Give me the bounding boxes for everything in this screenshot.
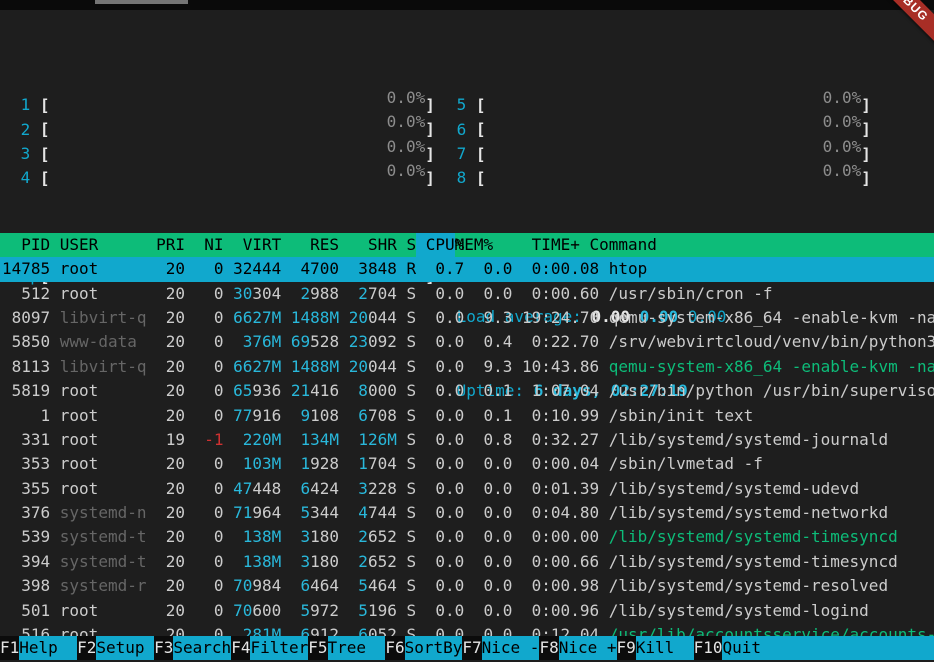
fkey-f1[interactable]: F1 [0, 636, 19, 660]
fkey-f5[interactable]: F5 [308, 636, 327, 660]
column-header-command[interactable]: Command [589, 233, 656, 257]
cpu-meter-8: 8[0.0%] [447, 159, 871, 183]
fkey-f6[interactable]: F6 [385, 636, 404, 660]
meter-label: 4 [11, 166, 40, 190]
meter-value: 0.0% [387, 159, 426, 183]
process-command: /lib/systemd/systemd-udevd [609, 477, 859, 501]
fkey-f7[interactable]: F7 [462, 636, 481, 660]
process-command: htop [609, 257, 648, 281]
column-header-ni[interactable]: NI [195, 233, 224, 257]
process-command: /sbin/init text [609, 404, 754, 428]
fkey-f9[interactable]: F9 [617, 636, 636, 660]
process-command: /lib/systemd/systemd-timesyncd [609, 525, 898, 549]
fkey-label-kill[interactable]: Kill [636, 636, 694, 660]
column-header-s[interactable]: S [406, 233, 416, 257]
column-header-virt[interactable]: VIRT [233, 233, 281, 257]
process-row[interactable]: 355root2004744864243228S0.00.00:01.39/li… [0, 477, 934, 501]
cpu-meter-5: 5[0.0%] [447, 86, 871, 110]
top-strip-tab [95, 0, 188, 4]
cpu-meter-2: 2[0.0%] [11, 110, 435, 134]
process-command: /sbin/lvmetad -f [609, 452, 763, 476]
fkey-label-nice-[interactable]: Nice - [482, 636, 540, 660]
fkey-label-nice+[interactable]: Nice + [559, 636, 617, 660]
process-table: 14785root2003244447003848R0.70.00:00.08h… [0, 257, 934, 647]
column-header-res[interactable]: RES [291, 233, 339, 257]
process-command: /lib/systemd/systemd-logind [609, 599, 869, 623]
meter-label: 8 [447, 166, 476, 190]
process-command: /lib/systemd/systemd-journald [609, 428, 888, 452]
cpu-meter-7: 7[0.0%] [447, 135, 871, 159]
process-command: /lib/systemd/systemd-networkd [609, 501, 888, 525]
process-row[interactable]: 8097libvirt-q2006627M1488M20044S0.09.319… [0, 306, 934, 330]
fkey-label-setup[interactable]: Setup [96, 636, 154, 660]
column-header-user[interactable]: USER [60, 233, 147, 257]
table-header: PID USER PRI NI VIRT RES SHR SCPU%MEM% TIME+ Comm… [0, 233, 934, 257]
meter-value: 0.0% [823, 86, 862, 110]
process-row[interactable]: 376systemd-n2007196453444744S0.00.00:04.… [0, 501, 934, 525]
process-row[interactable]: 501root2007060059725196S0.00.00:00.96/li… [0, 599, 934, 623]
process-command: /srv/webvirtcloud/venv/bin/python3 [609, 330, 934, 354]
fkey-f10[interactable]: F10 [694, 636, 723, 660]
meter-value: 0.0% [823, 135, 862, 159]
fkey-label-search[interactable]: Search [173, 636, 231, 660]
fkey-f2[interactable]: F2 [77, 636, 96, 660]
process-row[interactable]: 14785root2003244447003848R0.70.00:00.08h… [0, 257, 934, 281]
htop-terminal: 1[0.0%]2[0.0%]3[0.0%]4[0.0%] Mem[|||||||… [0, 0, 934, 662]
fkey-label-filter[interactable]: Filter [250, 636, 308, 660]
process-command: /lib/systemd/systemd-timesyncd [609, 550, 898, 574]
fkey-label-quit[interactable]: Quit [722, 636, 934, 660]
column-header-pid[interactable]: PID [2, 233, 50, 257]
cpu-meter-1: 1[0.0%] [11, 86, 435, 110]
process-command: /lib/systemd/systemd-resolved [609, 574, 888, 598]
meter-value: 0.0% [823, 110, 862, 134]
fkey-label-help[interactable]: Help [19, 636, 77, 660]
process-row[interactable]: 398systemd-r2007098464645464S0.00.00:00.… [0, 574, 934, 598]
cpu-meter-6: 6[0.0%] [447, 110, 871, 134]
meter-value: 0.0% [387, 135, 426, 159]
process-row[interactable]: 331root19-1220M134M126MS0.00.80:32.27/li… [0, 428, 934, 452]
cpu-meter-4: 4[0.0%] [11, 159, 435, 183]
process-row[interactable]: 353root200103M19281704S0.00.00:00.04/sbi… [0, 452, 934, 476]
meter-value: 0.0% [387, 86, 426, 110]
column-header-shr[interactable]: SHR [349, 233, 397, 257]
cpu-meter-3: 3[0.0%] [11, 135, 435, 159]
column-header-pri[interactable]: PRI [156, 233, 185, 257]
process-row[interactable]: 394systemd-t200138M31802652S0.00.00:00.6… [0, 550, 934, 574]
fkey-f8[interactable]: F8 [539, 636, 558, 660]
meter-value: 0.0% [387, 110, 426, 134]
process-row[interactable]: 5850www-data200376M6952823092S0.00.40:22… [0, 330, 934, 354]
fkey-f3[interactable]: F3 [154, 636, 173, 660]
fkey-label-tree[interactable]: Tree [328, 636, 386, 660]
function-key-bar: F1Help F2Setup F3SearchF4FilterF5Tree F6… [0, 636, 934, 660]
process-command: /usr/sbin/cron -f [609, 282, 773, 306]
process-row[interactable]: 512root2003030429882704S0.00.00:00.60/us… [0, 282, 934, 306]
process-row[interactable]: 1root2007791691086708S0.00.10:10.99/sbin… [0, 404, 934, 428]
fkey-label-sortby[interactable]: SortBy [405, 636, 463, 660]
fkey-f4[interactable]: F4 [231, 636, 250, 660]
terminal-area: 1[0.0%]2[0.0%]3[0.0%]4[0.0%] Mem[|||||||… [0, 10, 934, 662]
column-header-cpu[interactable]: CPU% [416, 233, 455, 257]
process-command: qemu-system-x86_64 -enable-kvm -na [609, 355, 934, 379]
process-command: /usr/bin/python /usr/bin/superviso [609, 379, 934, 403]
process-row[interactable]: 5819root20065936214168000S0.00.11:07.04/… [0, 379, 934, 403]
column-header-mem[interactable]: MEM% [455, 233, 494, 257]
process-row[interactable]: 539systemd-t200138M31802652S0.00.00:00.0… [0, 525, 934, 549]
meter-value: 0.0% [823, 159, 862, 183]
process-command: qemu-system-x86_64 -enable-kvm -na [609, 306, 934, 330]
column-header-time[interactable]: TIME+ [503, 233, 580, 257]
process-row[interactable]: 8113libvirt-q2006627M1488M20044S0.09.310… [0, 355, 934, 379]
